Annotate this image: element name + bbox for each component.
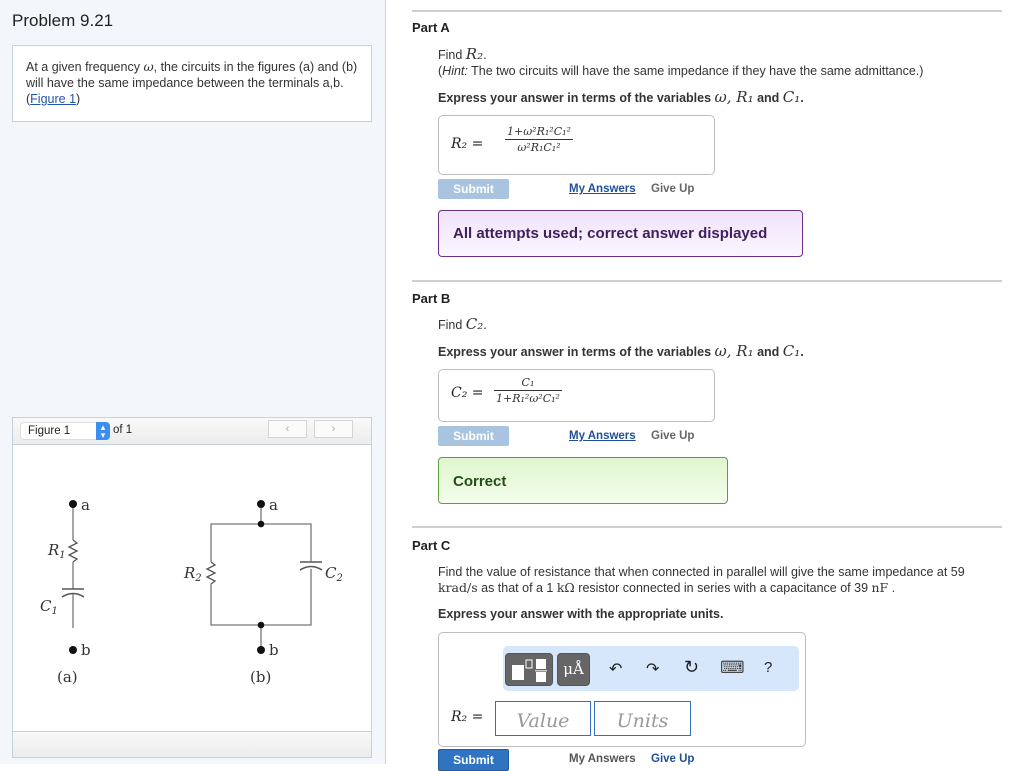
reset-icon[interactable]: ↻ [684,657,699,678]
figure-select[interactable]: Figure 1 ▴ ▾ [20,422,110,440]
part-b-feedback: Correct [438,457,728,504]
label-c1: C1 [40,597,58,617]
part-b-give-up-link[interactable]: Give Up [651,430,694,442]
figure-footer [13,731,371,757]
part-b-answer-box: C₂ = C₁ 1+R₁²ω²C₁² [438,369,715,422]
figure-count: of 1 [113,424,133,436]
figure-select-value: Figure 1 [28,425,71,437]
answer-fraction: C₁ 1+R₁²ω²C₁² [494,376,562,405]
part-b-find: Find C₂. [438,315,487,333]
templates-button[interactable] [505,653,553,686]
figure-viewer: Figure 1 ▴ ▾ of 1 ‹ › a b R1 C1 (a) a b … [12,417,372,758]
junction-dot [257,520,265,528]
terminal-b-dot [257,646,265,654]
part-a-hint: (Hint: The two circuits will have the sa… [438,64,924,78]
part-b-my-answers-link[interactable]: My Answers [569,430,636,442]
units-input[interactable] [594,701,691,736]
part-c-title: Part C [412,538,451,553]
answer-toolbar: μÅ ↶ ↷ ↻ ⌨ ? [503,646,799,691]
help-icon[interactable]: ? [764,659,772,676]
omega-symbol: ω [143,59,154,74]
label-b: b [81,641,91,659]
numerator: C₁ [521,376,535,389]
figure-link[interactable]: Figure 1 [30,92,76,106]
figure-toolbar: Figure 1 ▴ ▾ of 1 ‹ › [13,418,371,445]
redo-icon[interactable]: ↷ [646,659,659,679]
problem-statement: At a given frequency ω, the circuits in … [12,45,372,122]
part-b-submit-button[interactable]: Submit [438,426,509,446]
next-figure-button[interactable]: › [314,420,353,438]
part-c-question-line1: Find the value of resistance that when c… [438,565,965,579]
parts-panel: Part A Find R₂. (Hint: The two circuits … [386,0,1024,771]
part-c-instructions: Express your answer with the appropriate… [438,607,724,621]
part-a-my-answers-link[interactable]: My Answers [569,183,636,195]
part-c-answer-box: μÅ ↶ ↷ ↻ ⌨ ? R₂ = [438,632,806,747]
value-input[interactable] [495,701,591,736]
select-spinner-icon: ▴ ▾ [96,422,110,440]
label-r2: R2 [183,564,202,584]
divider [412,526,1002,528]
resistor-r1-symbol [67,539,79,563]
terminal-a-dot [257,500,265,508]
problem-panel: Problem 9.21 At a given frequency ω, the… [0,0,386,764]
caption-b: (b) [250,668,271,686]
terminal-a-dot [69,500,77,508]
label-b: b [269,641,279,659]
answer-label: R₂ = [451,136,484,152]
terminal-b-dot [69,646,77,654]
label-a: a [269,496,278,514]
denominator: ω²R₁C₁² [505,139,573,154]
part-a-title: Part A [412,20,450,35]
part-a-feedback: All attempts used; correct answer displa… [438,210,803,257]
problem-title: Problem 9.21 [12,11,114,30]
previous-figure-button[interactable]: ‹ [268,420,307,438]
caption-a: (a) [57,668,78,686]
keyboard-icon[interactable]: ⌨ [720,658,745,678]
numerator: 1+ω²R₁²C₁² [507,125,571,138]
part-b-instructions: Express your answer in terms of the vari… [438,342,804,360]
circuit-a [61,504,85,628]
answer-label: R₂ = [451,709,484,725]
resistor-r2-symbol [205,561,217,585]
divider [412,280,1002,282]
part-c-give-up-link[interactable]: Give Up [651,753,694,765]
junction-dot [257,621,265,629]
denominator: 1+R₁²ω²C₁² [494,390,562,405]
units-button[interactable]: μÅ [557,653,590,686]
label-a: a [81,496,90,514]
label-c2: C2 [325,564,343,584]
circuit-b [205,504,323,650]
answer-label: C₂ = [451,385,484,401]
statement-end: ) [76,92,81,106]
part-a-instructions: Express your answer in terms of the vari… [438,88,804,106]
part-a-give-up-link[interactable]: Give Up [651,183,694,195]
templates-icon [512,659,547,682]
part-c-my-answers-link[interactable]: My Answers [569,753,636,765]
part-a-find: Find R₂. [438,45,487,63]
chevron-left-icon: ‹ [285,423,290,435]
circuit-figure: a b R1 C1 (a) a b R2 C2 (b) [40,496,343,686]
part-a-answer-box: R₂ = 1+ω²R₁²C₁² ω²R₁C₁² [438,115,715,175]
part-c-submit-button[interactable]: Submit [438,749,509,771]
label-r1: R1 [47,541,66,561]
undo-icon[interactable]: ↶ [609,659,622,679]
part-a-submit-button[interactable]: Submit [438,179,509,199]
part-b-title: Part B [412,291,451,306]
statement-text: At a given frequency [26,60,144,74]
answer-fraction: 1+ω²R₁²C₁² ω²R₁C₁² [505,125,573,154]
part-c-question-line2: krad/s as that of a 1 kΩ resistor connec… [438,580,896,595]
divider [412,10,1002,12]
chevron-right-icon: › [331,423,336,435]
